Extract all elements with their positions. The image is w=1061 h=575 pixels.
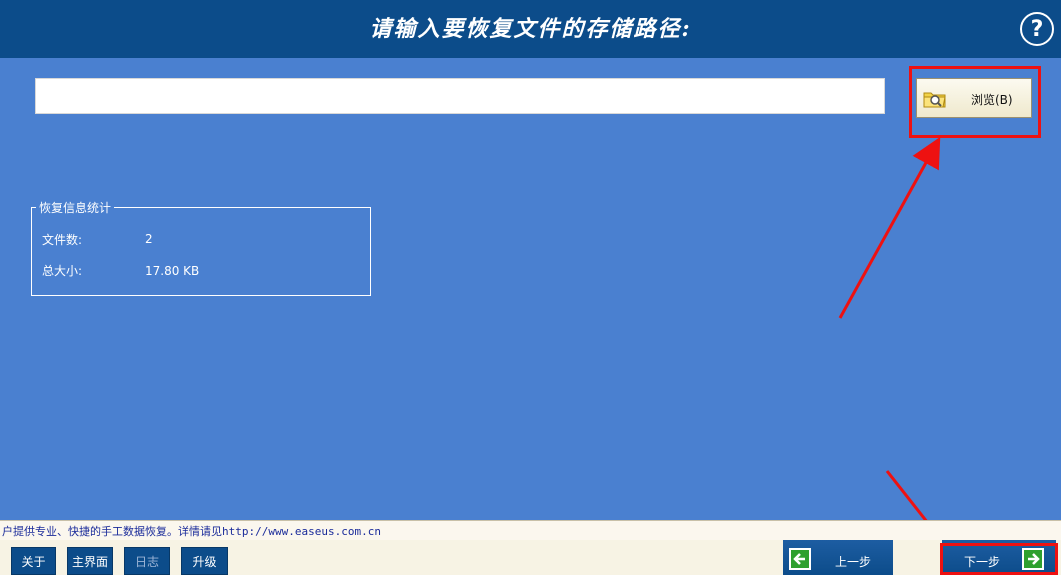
status-text: 户提供专业、快捷的手工数据恢复。详情请见http://www.easeus.co…: [2, 525, 381, 538]
back-button-label: 上一步: [835, 555, 872, 569]
next-highlight-box: [940, 543, 1058, 575]
home-button[interactable]: 主界面: [67, 547, 113, 575]
annotation-arrows: [838, 136, 956, 558]
log-button[interactable]: 日志: [124, 547, 170, 575]
upgrade-button[interactable]: 升级: [181, 547, 228, 575]
arrow-to-browse: [838, 136, 941, 319]
back-button[interactable]: 上一步: [783, 540, 893, 575]
arrow-left-icon: [789, 548, 811, 570]
about-button[interactable]: 关于: [11, 547, 56, 575]
